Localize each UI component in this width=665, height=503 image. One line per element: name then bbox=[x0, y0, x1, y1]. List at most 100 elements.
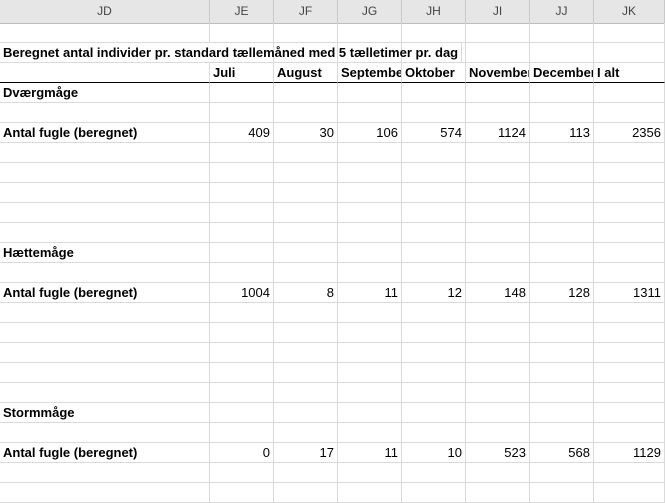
cell[interactable] bbox=[0, 383, 210, 403]
cell[interactable] bbox=[466, 423, 530, 443]
cell[interactable] bbox=[466, 303, 530, 323]
cell[interactable] bbox=[210, 223, 274, 243]
cell[interactable] bbox=[466, 483, 530, 503]
cell[interactable] bbox=[274, 203, 338, 223]
cell[interactable] bbox=[274, 23, 338, 43]
cell[interactable] bbox=[338, 303, 402, 323]
value-cell[interactable]: 148 bbox=[466, 283, 530, 303]
cell[interactable] bbox=[274, 223, 338, 243]
column-header-jk[interactable]: JK bbox=[594, 0, 665, 23]
cell[interactable] bbox=[594, 323, 665, 343]
cell[interactable] bbox=[466, 43, 530, 63]
cell[interactable] bbox=[530, 303, 594, 323]
month-header-cell[interactable]: December bbox=[530, 63, 594, 83]
cell[interactable] bbox=[210, 483, 274, 503]
cell[interactable] bbox=[594, 483, 665, 503]
cell[interactable] bbox=[402, 243, 466, 263]
cell[interactable] bbox=[0, 23, 210, 43]
cell[interactable] bbox=[338, 223, 402, 243]
cell[interactable] bbox=[402, 463, 466, 483]
cell[interactable] bbox=[402, 343, 466, 363]
cell[interactable] bbox=[530, 83, 594, 103]
cell[interactable] bbox=[274, 323, 338, 343]
value-cell[interactable]: 12 bbox=[402, 283, 466, 303]
cell[interactable] bbox=[594, 263, 665, 283]
cell[interactable] bbox=[594, 343, 665, 363]
cell[interactable] bbox=[210, 103, 274, 123]
cell[interactable] bbox=[338, 463, 402, 483]
cell[interactable] bbox=[530, 43, 594, 63]
cell[interactable] bbox=[594, 23, 665, 43]
cell[interactable] bbox=[530, 483, 594, 503]
cell[interactable] bbox=[466, 243, 530, 263]
cell[interactable] bbox=[466, 203, 530, 223]
cell[interactable] bbox=[594, 403, 665, 423]
column-header-jj[interactable]: JJ bbox=[530, 0, 594, 23]
value-cell[interactable]: 1129 bbox=[594, 443, 665, 463]
cell[interactable] bbox=[0, 63, 210, 83]
cell[interactable] bbox=[274, 163, 338, 183]
cell[interactable] bbox=[466, 343, 530, 363]
cell[interactable] bbox=[594, 103, 665, 123]
cell[interactable] bbox=[530, 403, 594, 423]
month-header-cell[interactable]: September bbox=[338, 63, 402, 83]
cell[interactable] bbox=[274, 303, 338, 323]
cell[interactable] bbox=[338, 383, 402, 403]
cell[interactable] bbox=[402, 383, 466, 403]
cell[interactable] bbox=[466, 143, 530, 163]
cell[interactable] bbox=[210, 23, 274, 43]
cell[interactable] bbox=[274, 403, 338, 423]
cell[interactable] bbox=[402, 83, 466, 103]
cell[interactable] bbox=[530, 103, 594, 123]
month-header-cell[interactable]: Juli bbox=[210, 63, 274, 83]
value-cell[interactable]: 106 bbox=[338, 123, 402, 143]
cell[interactable] bbox=[594, 203, 665, 223]
cell[interactable] bbox=[530, 463, 594, 483]
cell[interactable] bbox=[594, 383, 665, 403]
cell[interactable] bbox=[402, 263, 466, 283]
species-label-cell[interactable]: Stormmåge bbox=[0, 403, 210, 423]
cell[interactable] bbox=[338, 323, 402, 343]
cell[interactable] bbox=[530, 263, 594, 283]
cell[interactable] bbox=[210, 243, 274, 263]
cell[interactable] bbox=[466, 403, 530, 423]
cell[interactable] bbox=[0, 303, 210, 323]
cell[interactable] bbox=[274, 83, 338, 103]
cell[interactable] bbox=[210, 183, 274, 203]
value-cell[interactable]: 8 bbox=[274, 283, 338, 303]
cell[interactable] bbox=[466, 183, 530, 203]
column-header-jh[interactable]: JH bbox=[402, 0, 466, 23]
cell[interactable] bbox=[402, 183, 466, 203]
cell[interactable] bbox=[466, 263, 530, 283]
column-header-je[interactable]: JE bbox=[210, 0, 274, 23]
cell[interactable] bbox=[0, 143, 210, 163]
cell[interactable] bbox=[402, 223, 466, 243]
cell[interactable] bbox=[530, 343, 594, 363]
cell[interactable] bbox=[338, 263, 402, 283]
value-cell[interactable]: 11 bbox=[338, 443, 402, 463]
column-header-jg[interactable]: JG bbox=[338, 0, 402, 23]
cell[interactable] bbox=[594, 463, 665, 483]
cell[interactable] bbox=[594, 143, 665, 163]
cell[interactable] bbox=[530, 143, 594, 163]
month-header-cell[interactable]: August bbox=[274, 63, 338, 83]
cell[interactable] bbox=[210, 163, 274, 183]
row-label-cell[interactable]: Antal fugle (beregnet) bbox=[0, 283, 210, 303]
cell[interactable] bbox=[0, 103, 210, 123]
cell[interactable] bbox=[466, 103, 530, 123]
column-header-jf[interactable]: JF bbox=[274, 0, 338, 23]
row-label-cell[interactable]: Antal fugle (beregnet) bbox=[0, 123, 210, 143]
cell[interactable] bbox=[402, 203, 466, 223]
value-cell[interactable]: 10 bbox=[402, 443, 466, 463]
cell[interactable] bbox=[338, 23, 402, 43]
cell[interactable] bbox=[274, 483, 338, 503]
cell[interactable] bbox=[466, 163, 530, 183]
value-cell[interactable]: 128 bbox=[530, 283, 594, 303]
value-cell[interactable]: 0 bbox=[210, 443, 274, 463]
cell[interactable] bbox=[594, 83, 665, 103]
cell[interactable] bbox=[530, 163, 594, 183]
cell[interactable] bbox=[402, 103, 466, 123]
cell[interactable] bbox=[530, 183, 594, 203]
cell[interactable] bbox=[594, 223, 665, 243]
cell[interactable] bbox=[466, 83, 530, 103]
